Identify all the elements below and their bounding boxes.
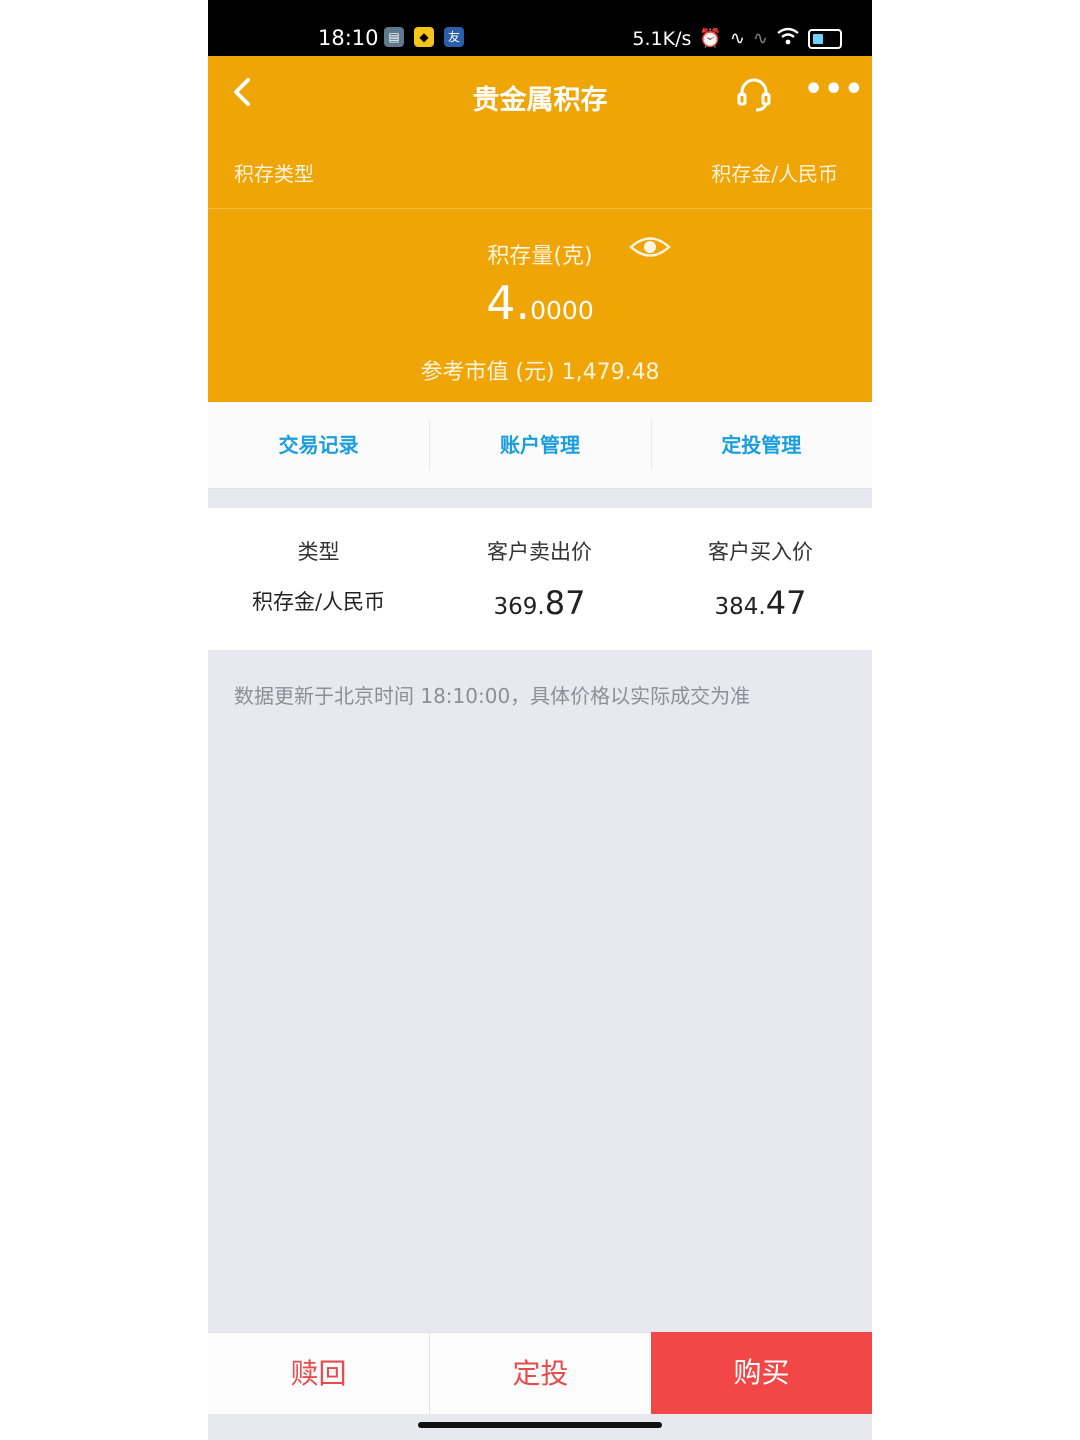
- redeem-button[interactable]: 赎回: [208, 1332, 430, 1414]
- phone-screen: 18:10 ▤ ◆ 友 5.1K/s ⏰ ∿ ∿ 贵金属积存 ••• 积存类型 …: [208, 0, 872, 1440]
- bottom-actions: 赎回 定投 购买: [208, 1332, 872, 1414]
- home-indicator[interactable]: [418, 1422, 662, 1428]
- signal-weak-icon: ∿: [752, 28, 768, 49]
- header-type: 类型: [297, 540, 340, 564]
- type-label: 积存类型: [234, 162, 314, 186]
- quantity-value: 4.0000: [208, 276, 872, 330]
- more-icon: •••: [804, 72, 865, 107]
- account-header: 贵金属积存 ••• 积存类型 积存金/人民币 积存量(克) 4.0000 参考市…: [208, 56, 872, 402]
- sell-price: 369.87: [429, 584, 650, 622]
- sim-card-icon: ▤: [384, 27, 404, 47]
- toggle-visibility-button[interactable]: [628, 232, 672, 262]
- buy-price: 384.47: [650, 584, 871, 622]
- alarm-icon: ⏰: [699, 28, 722, 49]
- wifi-icon: [776, 26, 800, 51]
- sell-price-dec: 87: [544, 584, 586, 622]
- fixed-investment-button[interactable]: 定投: [430, 1332, 651, 1414]
- sell-price-int: 369.: [493, 594, 545, 620]
- tab-fixed-investment[interactable]: 定投管理: [650, 402, 872, 488]
- type-value: 积存金/人民币: [711, 162, 838, 186]
- tab-account-management[interactable]: 账户管理: [429, 402, 650, 488]
- reference-market-value: 参考市值 (元) 1,479.48: [420, 360, 660, 385]
- status-right: 5.1K/s ⏰ ∿ ∿: [632, 26, 842, 51]
- customer-service-button[interactable]: [734, 74, 774, 114]
- tab-transaction-records[interactable]: 交易记录: [208, 402, 429, 488]
- app-icon: ◆: [414, 27, 434, 47]
- status-app-icons: ▤ ◆ 友: [384, 27, 464, 47]
- status-bar: 18:10 ▤ ◆ 友 5.1K/s ⏰ ∿ ∿: [208, 0, 872, 56]
- eye-icon: [629, 237, 671, 257]
- buy-price-int: 384.: [714, 594, 766, 620]
- more-button[interactable]: •••: [804, 75, 864, 108]
- signal-icon: ∿: [729, 28, 745, 49]
- status-time: 18:10: [318, 26, 379, 50]
- buy-button[interactable]: 购买: [651, 1332, 872, 1414]
- price-panel: 类型 积存金/人民币 客户卖出价 369.87 客户买入价 384.47: [208, 508, 872, 650]
- action-tabs: 交易记录 账户管理 定投管理: [208, 402, 872, 489]
- weibo-icon: 友: [444, 27, 464, 47]
- update-note: 数据更新于北京时间 18:10:00，具体价格以实际成交为准: [234, 684, 751, 708]
- type-row: 积存类型 积存金/人民币: [208, 146, 872, 209]
- headset-icon: [737, 78, 771, 112]
- header-buy: 客户买入价: [708, 540, 813, 564]
- quantity-label: 积存量(克): [487, 244, 593, 269]
- buy-price-dec: 47: [765, 584, 807, 622]
- price-type-value: 积存金/人民币: [251, 590, 386, 614]
- header-sell: 客户卖出价: [487, 540, 592, 564]
- battery-icon: [808, 28, 842, 49]
- network-speed: 5.1K/s: [632, 27, 692, 50]
- quantity-dec: 0000: [530, 296, 594, 325]
- quantity-int: 4.: [486, 276, 531, 330]
